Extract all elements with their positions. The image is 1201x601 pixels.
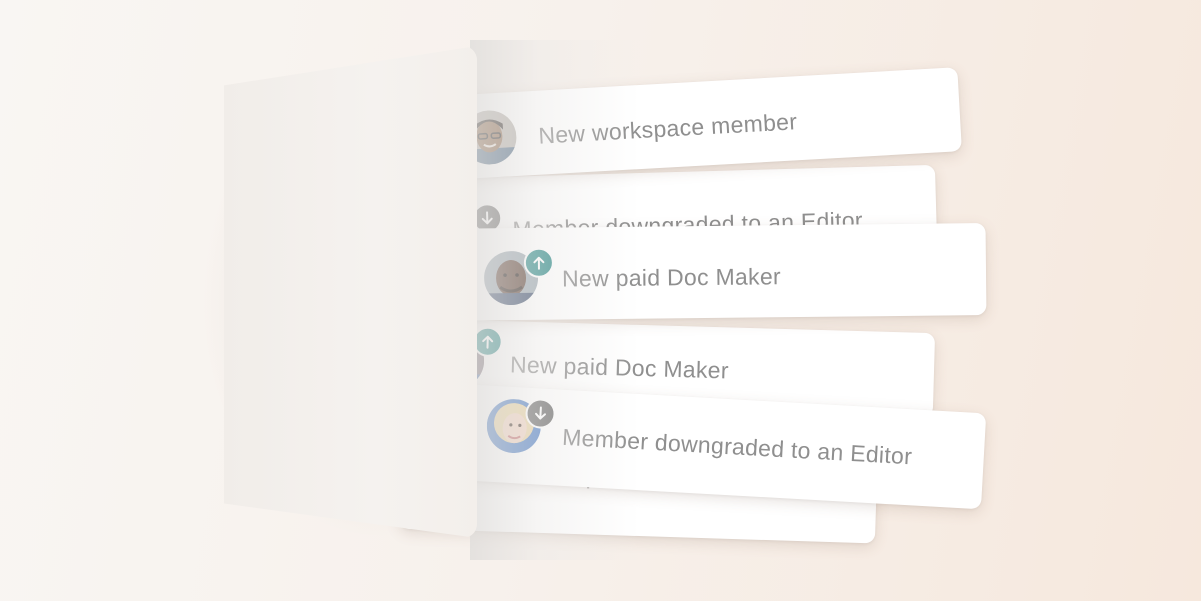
notification-card-workspace-member: New workspace member (426, 67, 962, 181)
notification-label: New paid Doc Maker (561, 263, 782, 292)
notification-stack-illustration: New workspace member Member downgraded t… (0, 0, 1201, 601)
notification-label: New paid Doc Maker (509, 351, 730, 384)
notification-label: Member downgraded to an Editor (561, 423, 913, 470)
notification-card-paid-doc-maker: New paid Doc Maker (427, 223, 987, 321)
arrow-down-icon (524, 397, 557, 430)
arrow-up-icon (523, 247, 555, 278)
front-panel (224, 46, 477, 538)
notification-label: New workspace member (537, 108, 798, 149)
